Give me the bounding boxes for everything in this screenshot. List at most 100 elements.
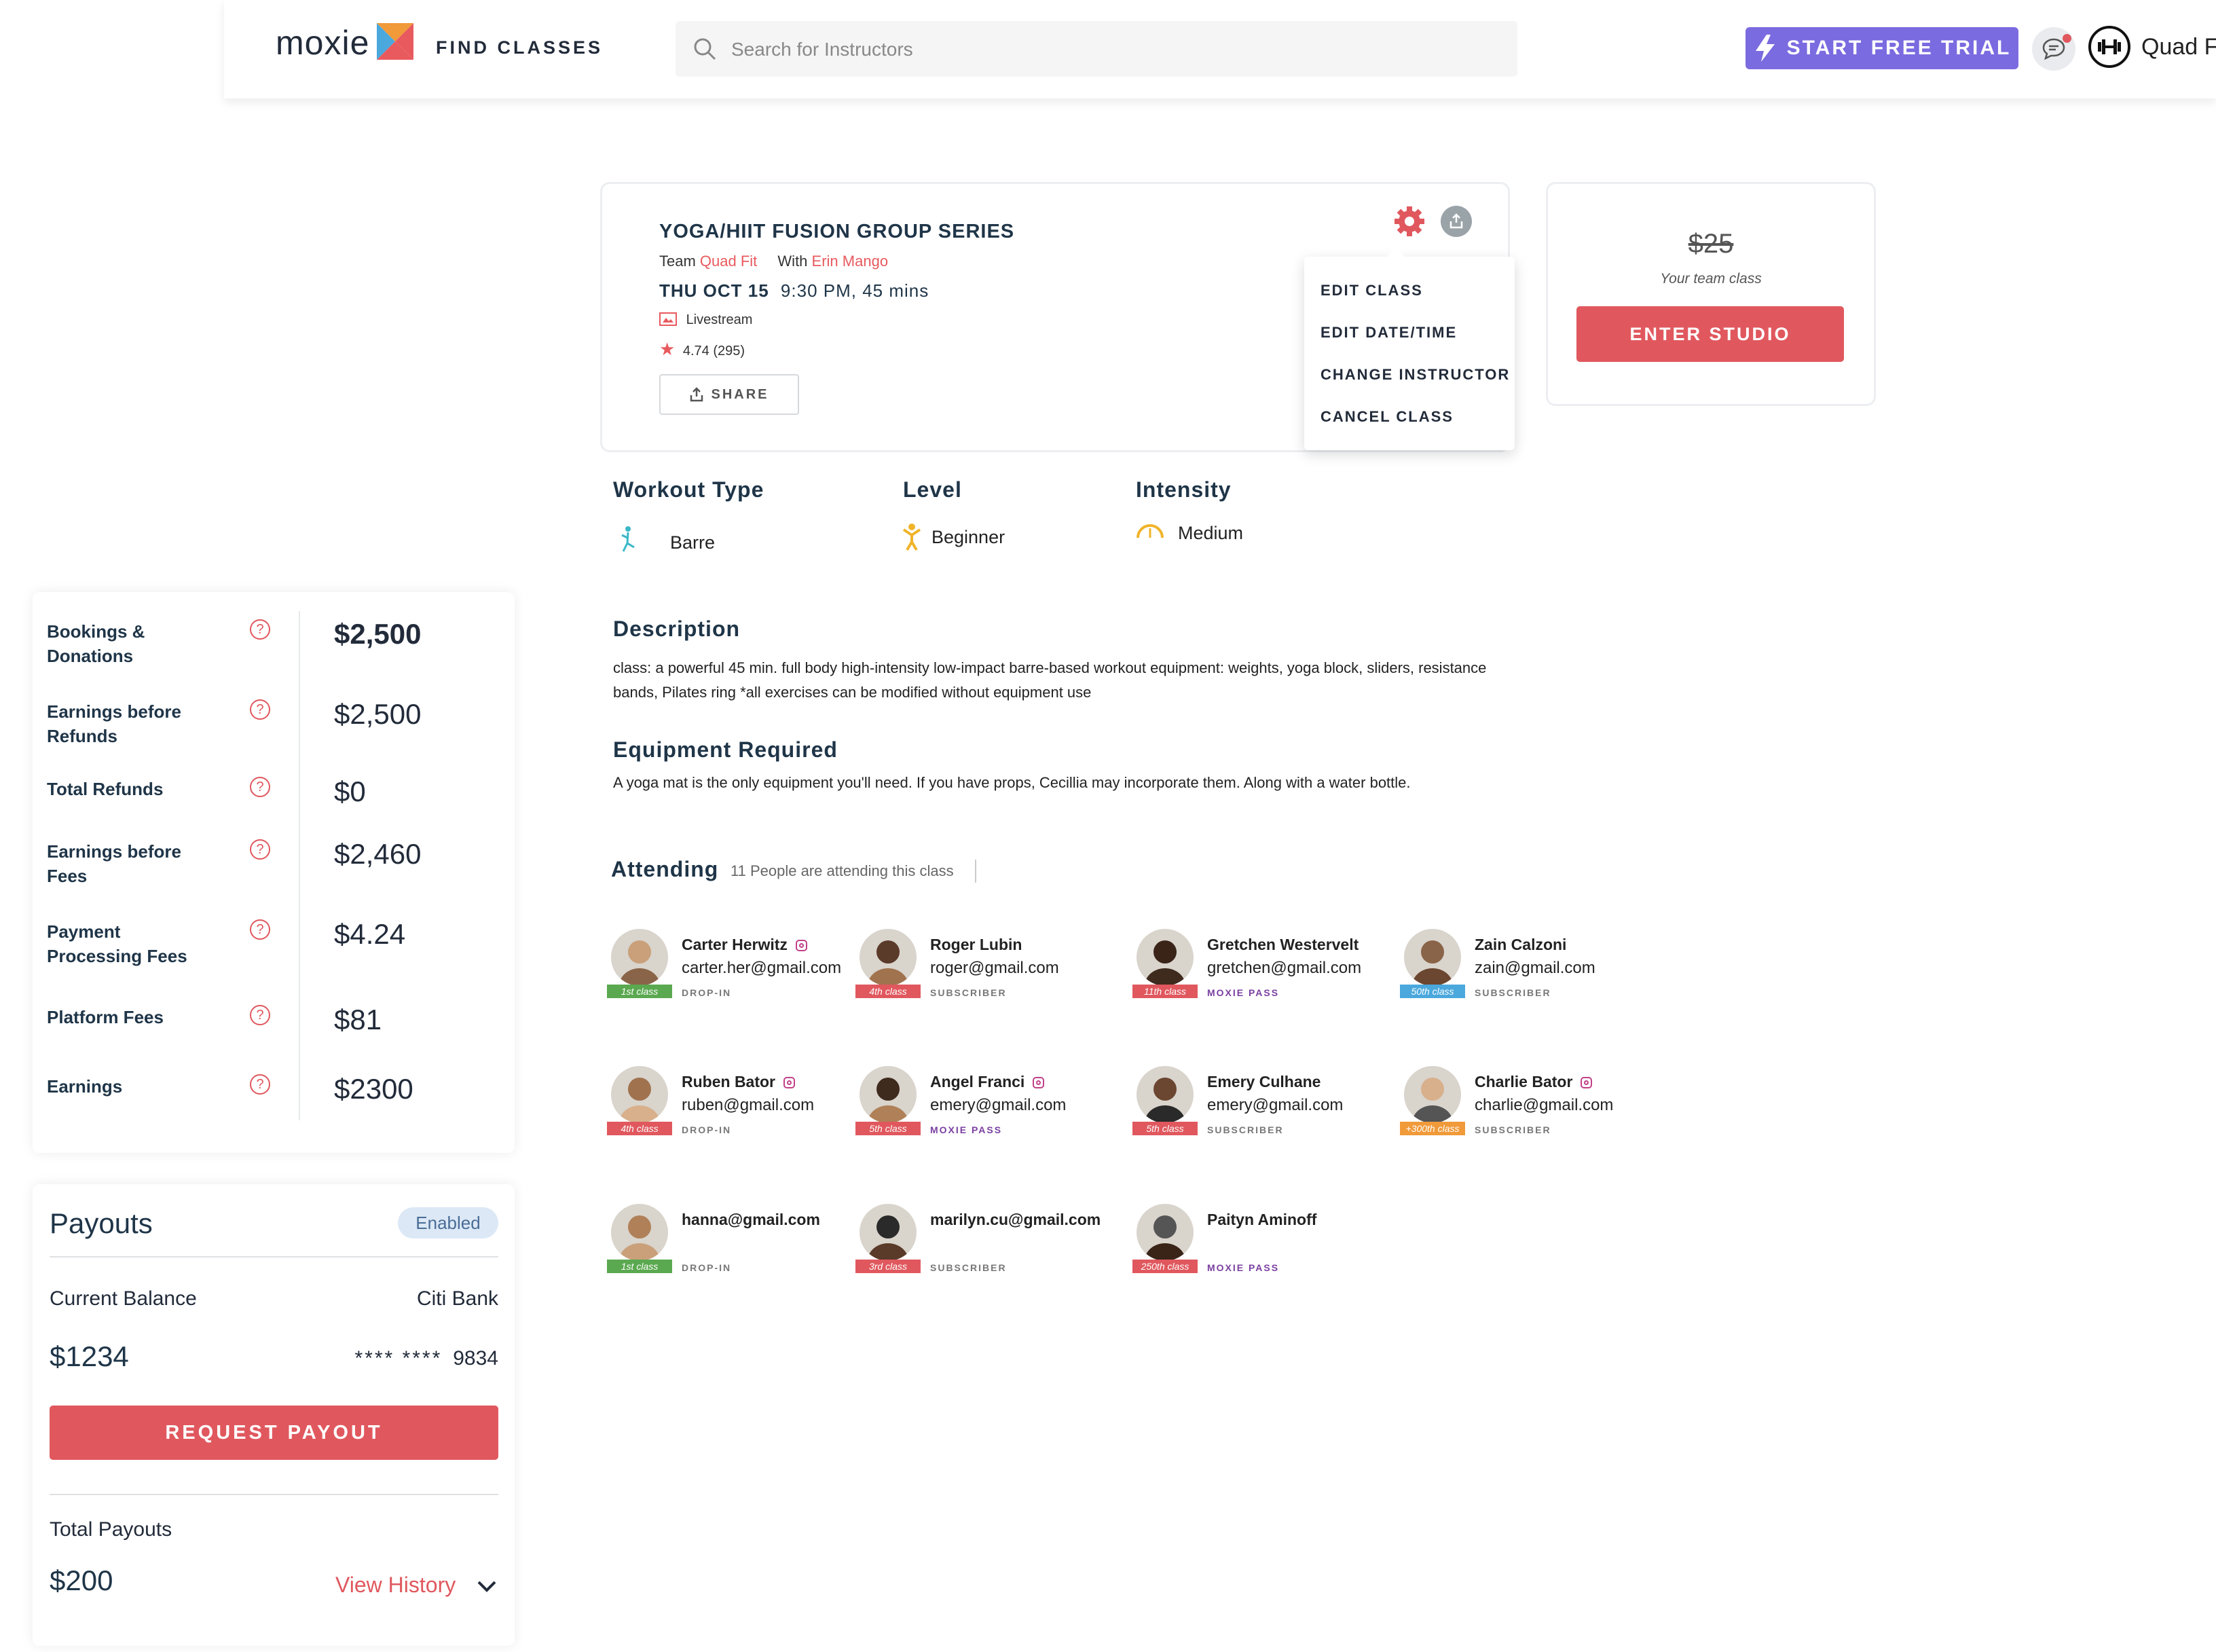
attendee-name-text: Roger Lubin [930,936,1022,953]
membership-type: SUBSCRIBER [1475,987,1551,998]
view-history-link[interactable]: View History [335,1573,456,1598]
attendee-card[interactable]: 5th class Emery Culhane emery@gmail.com SUB… [1132,1066,1395,1148]
menu-change-instructor[interactable]: CHANGE INSTRUCTOR [1321,366,1510,384]
barre-icon [621,526,635,552]
earnings-label: Payment Processing Fees [47,921,187,966]
help-icon[interactable]: ? [250,839,270,860]
share-class-button[interactable] [1441,206,1472,237]
membership-type: MOXIE PASS [1207,1262,1280,1273]
attendee-card[interactable]: 1st class hanna@gmail.com DROP-IN [607,1204,869,1285]
attendee-card[interactable]: 50th class Zain Calzoni zain@gmail.com SUBS… [1400,929,1662,1010]
help-icon[interactable]: ? [250,919,270,940]
attendee-card[interactable]: +300th class Charlie Bator charlie@gmail.c… [1400,1066,1662,1148]
search-bar[interactable] [676,21,1517,78]
membership-type: SUBSCRIBER [930,987,1007,998]
team-name-link[interactable]: Quad Fit [700,253,757,270]
beginner-icon [902,524,921,551]
attendee-card[interactable]: 4th class Ruben Bator ruben@gmail.com DROP-… [607,1066,869,1148]
class-title: YOGA/HIIT FUSION GROUP SERIES [659,221,1015,242]
logo-wordmark: moxie [276,24,370,62]
help-icon[interactable]: ? [250,619,270,640]
instagram-icon[interactable] [1581,1077,1593,1089]
attendee-name: Roger Lubin [930,936,1022,954]
user-avatar[interactable] [2088,26,2130,68]
attendee-name: Ruben Bator [682,1073,795,1091]
attendee-email: ruben@gmail.com [682,1096,815,1114]
menu-caret [1386,247,1406,258]
help-icon[interactable]: ? [250,777,270,797]
attending-divider [975,860,976,883]
intensity-heading: Intensity [1136,477,1232,502]
enter-studio-button[interactable]: ENTER STUDIO [1576,306,1844,362]
livestream-row: Livestream [659,312,752,328]
earnings-value: $81 [334,1004,382,1035]
help-icon[interactable]: ? [250,1005,270,1025]
rating-row: ★ 4.74 (295) [659,339,745,360]
menu-edit-date-time[interactable]: EDIT DATE/TIME [1321,324,1457,342]
menu-edit-class[interactable]: EDIT CLASS [1321,282,1423,299]
attendee-name-text: Gretchen Westervelt [1207,936,1359,953]
membership-type: MOXIE PASS [930,1124,1003,1135]
instagram-icon[interactable] [795,940,807,952]
class-date: THU OCT 15 [659,280,769,301]
price-card: $25 Your team class ENTER STUDIO [1546,182,1876,406]
earnings-label: Earnings [47,1076,123,1097]
instructor-link[interactable]: Erin Mango [812,253,889,270]
class-count-badge: 4th class [855,985,921,998]
divider [50,1494,498,1495]
level-value: Beginner [931,527,1005,547]
workout-type-value: Barre [670,532,716,553]
help-icon[interactable]: ? [250,699,270,720]
attendee-name-text: Charlie Bator [1475,1073,1573,1090]
with-label: With [777,253,808,270]
messages-button[interactable] [2032,27,2075,71]
earnings-panel: Bookings & Donations? $2,500 Earnings befo… [33,592,515,1153]
menu-cancel-class[interactable]: CANCEL CLASS [1321,408,1454,426]
membership-type: DROP-IN [682,1262,732,1273]
moxie-logo[interactable]: moxie [276,23,414,62]
class-count-badge: 3rd class [855,1260,921,1273]
earnings-value: $2,500 [334,618,422,650]
chevron-down-icon[interactable] [477,1579,497,1593]
attendee-card[interactable]: 1st class Carter Herwitz carter.her@gmail.… [607,929,869,1010]
request-payout-button[interactable]: REQUEST PAYOUT [50,1406,498,1460]
attendee-email: marilyn.cu@gmail.com [930,1211,1101,1228]
current-balance-value: $1234 [50,1340,129,1372]
avatar [1404,929,1461,986]
attendee-card[interactable]: 3rd class marilyn.cu@gmail.com SUBSCRIBER [855,1204,1118,1285]
class-count-badge: 50th class [1400,985,1465,998]
share-icon [690,387,703,402]
attendee-card[interactable]: 250th class Paityn Aminoff MOXIE PASS [1132,1204,1395,1285]
price-subtitle: Your team class [1660,271,1762,287]
share-button[interactable]: SHARE [659,374,799,415]
attendee-name-text: Emery Culhane [1207,1073,1321,1090]
class-price: $25 [1688,229,1734,259]
class-count-badge: 4th class [607,1122,672,1135]
payouts-panel: Payouts Enabled Current Balance Citi Ban… [33,1184,515,1646]
instagram-icon[interactable] [1033,1077,1045,1089]
user-name[interactable]: Quad F [2141,34,2216,60]
instagram-icon[interactable] [783,1077,795,1089]
attendee-card[interactable]: 4th class Roger Lubin roger@gmail.com SUBSC… [855,929,1118,1010]
find-classes-link[interactable]: FIND CLASSES [436,37,603,58]
total-payouts-value: $200 [50,1564,113,1596]
help-icon[interactable]: ? [250,1074,270,1095]
attendee-email: carter.her@gmail.com [682,959,842,977]
earnings-value: $4.24 [334,918,406,950]
gear-icon[interactable] [1393,205,1426,238]
avatar [1137,929,1194,986]
attendee-email: emery@gmail.com [1207,1096,1344,1114]
attendee-card[interactable]: 5th class Angel Franci emery@gmail.com MOXI… [855,1066,1118,1148]
attendee-email: gretchen@gmail.com [1207,959,1362,977]
divider [50,1256,498,1258]
start-free-trial-button[interactable]: START FREE TRIAL [1746,27,2018,69]
attending-count: 11 People are attending this class [731,862,954,879]
class-count-badge: 11th class [1132,985,1198,998]
account-last4: 9834 [453,1347,498,1370]
attendee-card[interactable]: 11th class Gretchen Westervelt gretchen@gm… [1132,929,1395,1010]
avatar [860,1204,917,1261]
account-mask: **** **** [354,1347,443,1370]
attending-heading: Attending [611,857,719,881]
search-input[interactable] [730,21,1479,78]
membership-type: SUBSCRIBER [930,1262,1007,1273]
